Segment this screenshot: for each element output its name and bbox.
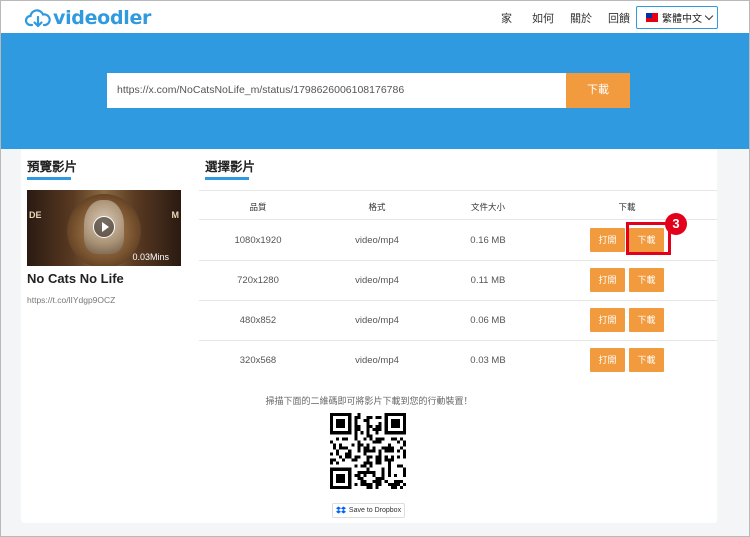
open-button[interactable]: 打開 (590, 228, 625, 252)
column-header-quality: 品質 (249, 202, 267, 212)
column-header-size: 文件大小 (470, 202, 505, 212)
logo[interactable]: videodler (25, 7, 151, 29)
table-header-border (199, 219, 717, 220)
thumbnail-letters-left: DE (29, 210, 42, 220)
dropbox-icon (335, 506, 346, 514)
cell-size: 0.06 MB (470, 315, 506, 326)
cell-quality: 1080x1920 (234, 235, 282, 246)
nav-home[interactable]: 家 (501, 10, 512, 26)
cell-size: 0.03 MB (470, 355, 506, 366)
cell-quality: 480x852 (239, 315, 277, 326)
dropbox-label: Save to Dropbox (348, 507, 402, 514)
cell-format: video/mp4 (355, 275, 399, 286)
download-button[interactable]: 下載 (629, 348, 664, 372)
thumbnail-letters-right: M (171, 210, 180, 220)
logo-text: videodler (53, 7, 152, 29)
play-icon[interactable] (93, 216, 115, 238)
cell-format: video/mp4 (355, 315, 399, 326)
video-thumbnail[interactable]: DE M 0.03Mins (27, 190, 181, 266)
highlight-box (626, 222, 671, 255)
url-input[interactable]: https://x.com/NoCatsNoLife_m/status/1798… (107, 73, 567, 108)
video-short-link[interactable]: https://t.co/lIYdgp9OCZ (27, 295, 115, 305)
row-divider (199, 300, 717, 301)
row-divider (199, 260, 717, 261)
save-to-dropbox-button[interactable]: Save to Dropbox (332, 503, 405, 518)
cell-size: 0.16 MB (470, 235, 506, 246)
cell-format: video/mp4 (355, 355, 399, 366)
cloud-download-icon (25, 9, 51, 28)
preview-heading: 預覽影片 (27, 160, 78, 174)
column-header-download: 下載 (618, 202, 636, 212)
nav-about[interactable]: 關於 (570, 10, 592, 26)
language-label: 繁體中文 (662, 14, 702, 25)
download-button[interactable]: 下載 (629, 308, 664, 332)
cell-size: 0.11 MB (470, 275, 506, 286)
preview-heading-underline (27, 177, 71, 180)
qr-code-graphic (330, 413, 406, 489)
video-title: No Cats No Life (27, 271, 124, 286)
site-header: videodler 家 如何 關於 回饋 繁體中文 (1, 1, 749, 33)
chevron-down-icon (704, 11, 714, 20)
qr-code (328, 411, 408, 491)
select-heading: 選擇影片 (205, 160, 256, 174)
cell-quality: 320x568 (239, 355, 277, 366)
open-button[interactable]: 打開 (590, 348, 625, 372)
download-button[interactable]: 下載 (629, 268, 664, 292)
select-heading-underline (205, 177, 249, 180)
download-submit-button[interactable]: 下載 (566, 73, 630, 108)
open-button[interactable]: 打開 (590, 308, 625, 332)
nav-feedback[interactable]: 回饋 (608, 10, 630, 26)
cell-format: video/mp4 (355, 235, 399, 246)
language-selector[interactable]: 繁體中文 (636, 6, 718, 29)
open-button[interactable]: 打開 (590, 268, 625, 292)
video-duration: 0.03Mins (132, 252, 169, 262)
hero-banner: https://x.com/NoCatsNoLife_m/status/1798… (1, 33, 749, 149)
row-divider (199, 340, 717, 341)
cell-quality: 720x1280 (237, 275, 279, 286)
step-badge: 3 (665, 213, 687, 235)
table-top-border (199, 190, 717, 191)
column-header-format: 格式 (368, 202, 386, 212)
qr-caption: 掃描下面的二維碼即可將影片下載到您的行動裝置！ (265, 396, 473, 406)
result-card: 預覽影片 DE M 0.03Mins No Cats No Life https… (21, 149, 717, 523)
taiwan-flag-icon (646, 13, 658, 22)
nav-how[interactable]: 如何 (532, 10, 554, 26)
